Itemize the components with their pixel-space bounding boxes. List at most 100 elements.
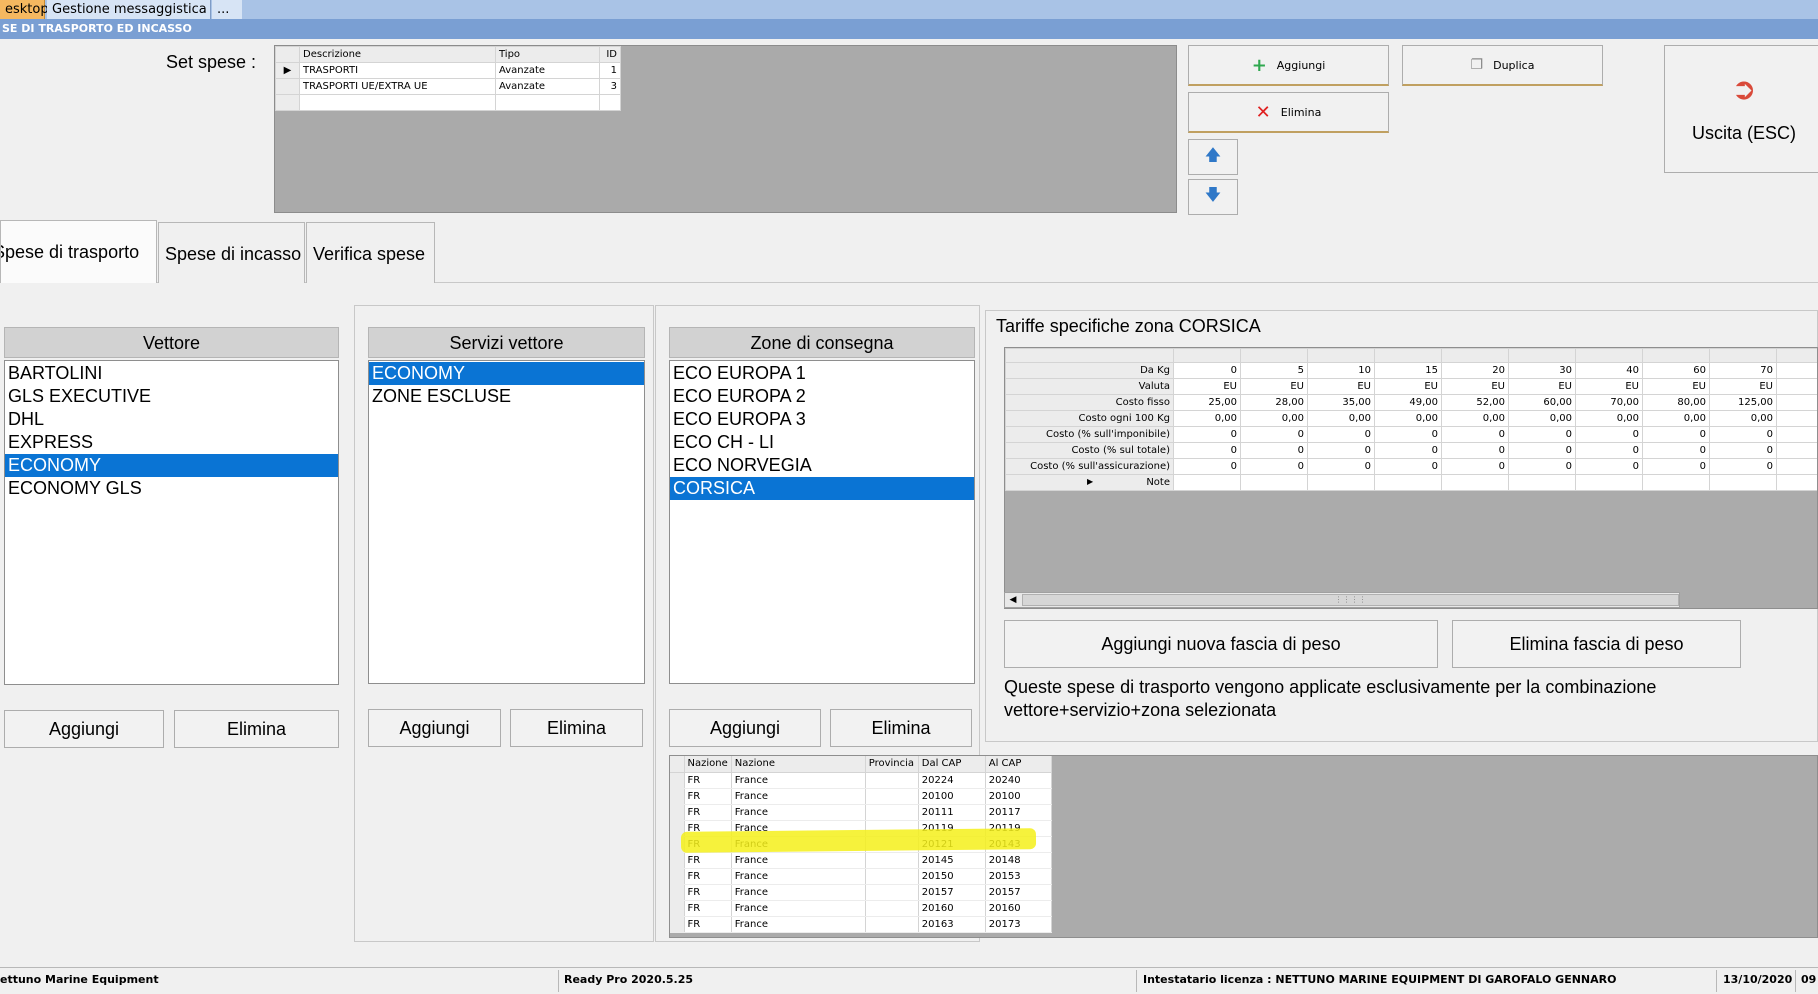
- cell[interactable]: 60: [1642, 362, 1710, 379]
- cell-dal[interactable]: 20111: [918, 804, 986, 821]
- table-row[interactable]: TRASPORTI UE/EXTRA UE Avanzate 3: [275, 78, 621, 95]
- table-row[interactable]: Costo (% sull'imponibile) 000000000: [1005, 426, 1817, 443]
- tab-more[interactable]: ...: [212, 0, 242, 19]
- cell[interactable]: EU: [1173, 378, 1241, 395]
- cell-al[interactable]: 20100: [985, 788, 1052, 805]
- cell[interactable]: EU: [1441, 378, 1509, 395]
- tab-verifica-spese[interactable]: Verifica spese: [306, 222, 435, 283]
- cell[interactable]: 0,00: [1374, 410, 1442, 427]
- cell[interactable]: 0: [1575, 442, 1643, 459]
- cell[interactable]: [1776, 458, 1817, 475]
- cell[interactable]: 0: [1374, 458, 1442, 475]
- cell[interactable]: [1709, 474, 1777, 491]
- list-item[interactable]: ECO EUROPA 1: [670, 362, 974, 385]
- cell[interactable]: 5: [1240, 362, 1308, 379]
- table-row[interactable]: FR France 20157 20157: [670, 884, 1052, 901]
- cell-code[interactable]: FR: [684, 916, 732, 933]
- cell-code[interactable]: FR: [684, 884, 732, 901]
- cell[interactable]: 0: [1173, 426, 1241, 443]
- cell[interactable]: 0: [1173, 442, 1241, 459]
- cell[interactable]: EU: [1240, 378, 1308, 395]
- tariffe-grid[interactable]: Da Kg 0 5 10 15 20 30 40 60 70 Valuta EU EU EU EU EU…: [1004, 347, 1818, 609]
- cell-provincia[interactable]: [865, 916, 919, 933]
- table-row[interactable]: ▶ TRASPORTI Avanzate 1: [275, 62, 621, 79]
- cell-id[interactable]: 1: [599, 62, 621, 79]
- delete-vettore-button[interactable]: Elimina: [174, 710, 339, 748]
- table-row[interactable]: FR France 20145 20148: [670, 852, 1052, 869]
- add-weight-band-button[interactable]: Aggiungi nuova fascia di peso: [1004, 620, 1438, 668]
- cell-descrizione[interactable]: TRASPORTI UE/EXTRA UE: [299, 78, 496, 95]
- cell[interactable]: 0,00: [1240, 410, 1308, 427]
- cell[interactable]: [1776, 426, 1817, 443]
- table-row[interactable]: FR France 20163 20173: [670, 916, 1052, 933]
- cell[interactable]: 70,00: [1575, 394, 1643, 411]
- list-item[interactable]: ECO EUROPA 3: [670, 408, 974, 431]
- cell-empty[interactable]: [299, 94, 496, 111]
- cell[interactable]: 49,00: [1374, 394, 1442, 411]
- tab-gestione-messaggistica[interactable]: Gestione messaggistica: [47, 0, 211, 19]
- cell-code[interactable]: FR: [684, 804, 732, 821]
- cell-provincia[interactable]: [865, 868, 919, 885]
- cell-tipo[interactable]: Avanzate: [495, 78, 600, 95]
- cell[interactable]: [1776, 474, 1817, 491]
- cell-al[interactable]: 20148: [985, 852, 1052, 869]
- cell-code[interactable]: FR: [684, 868, 732, 885]
- cell[interactable]: [1307, 474, 1375, 491]
- table-row[interactable]: FR France 20224 20240: [670, 772, 1052, 789]
- cell-nazione[interactable]: France: [731, 900, 866, 917]
- table-row[interactable]: FR France 20160 20160: [670, 900, 1052, 917]
- header-cell[interactable]: [1508, 348, 1576, 363]
- cell[interactable]: 0: [1441, 442, 1509, 459]
- cell[interactable]: [1508, 474, 1576, 491]
- cell[interactable]: 0: [1374, 426, 1442, 443]
- cell-al[interactable]: 20173: [985, 916, 1052, 933]
- cell[interactable]: EU: [1575, 378, 1643, 395]
- table-row[interactable]: Valuta EU EU EU EU EU EU EU EU EU: [1005, 378, 1817, 395]
- tab-spese-incasso[interactable]: Spese di incasso: [158, 222, 305, 283]
- cell-dal[interactable]: 20100: [918, 788, 986, 805]
- list-item[interactable]: ZONE ESCLUSE: [369, 385, 644, 408]
- col-id[interactable]: ID: [599, 46, 621, 63]
- col-provincia[interactable]: Provincia: [865, 756, 919, 773]
- cell-dal[interactable]: 20145: [918, 852, 986, 869]
- cell-dal[interactable]: 20160: [918, 900, 986, 917]
- cell-code[interactable]: FR: [684, 900, 732, 917]
- scroll-left-arrow-icon[interactable]: ◀: [1005, 593, 1021, 607]
- cell[interactable]: 0: [1173, 458, 1241, 475]
- cell[interactable]: 80,00: [1642, 394, 1710, 411]
- cell-empty[interactable]: [599, 94, 621, 111]
- cell-id[interactable]: 3: [599, 78, 621, 95]
- vettore-list[interactable]: BARTOLINI GLS EXECUTIVE DHL EXPRESS ECON…: [4, 360, 339, 685]
- cell-nazione[interactable]: France: [731, 916, 866, 933]
- cell[interactable]: 70: [1709, 362, 1777, 379]
- cell[interactable]: 0: [1307, 458, 1375, 475]
- table-row[interactable]: Costo (% sul totale) 000000000: [1005, 442, 1817, 459]
- cell[interactable]: 0,00: [1508, 410, 1576, 427]
- header-cell[interactable]: [1307, 348, 1375, 363]
- add-servizio-button[interactable]: Aggiungi: [368, 709, 501, 747]
- cell[interactable]: 35,00: [1307, 394, 1375, 411]
- cell[interactable]: [1173, 474, 1241, 491]
- cell[interactable]: 0,00: [1173, 410, 1241, 427]
- cell-nazione[interactable]: France: [731, 804, 866, 821]
- cell-provincia[interactable]: [865, 772, 919, 789]
- delete-set-button[interactable]: ✕ Elimina: [1188, 92, 1389, 133]
- list-item[interactable]: ECO NORVEGIA: [670, 454, 974, 477]
- list-item[interactable]: EXPRESS: [5, 431, 338, 454]
- cell[interactable]: 0,00: [1441, 410, 1509, 427]
- header-cell[interactable]: [1776, 348, 1817, 363]
- cell-al[interactable]: 20240: [985, 772, 1052, 789]
- cell-nazione[interactable]: France: [731, 884, 866, 901]
- exit-button[interactable]: ➲ Uscita (ESC): [1664, 45, 1818, 173]
- cell-nazione[interactable]: France: [731, 772, 866, 789]
- cell[interactable]: 0: [1575, 458, 1643, 475]
- cell[interactable]: 0: [1508, 458, 1576, 475]
- list-item[interactable]: ECO CH - LI: [670, 431, 974, 454]
- cell[interactable]: [1642, 474, 1710, 491]
- table-row[interactable]: Da Kg 0 5 10 15 20 30 40 60 70: [1005, 362, 1817, 379]
- cell[interactable]: 52,00: [1441, 394, 1509, 411]
- cell[interactable]: [1441, 474, 1509, 491]
- table-row[interactable]: FR France 20150 20153: [670, 868, 1052, 885]
- header-cell[interactable]: [1642, 348, 1710, 363]
- col-tipo[interactable]: Tipo: [495, 46, 600, 63]
